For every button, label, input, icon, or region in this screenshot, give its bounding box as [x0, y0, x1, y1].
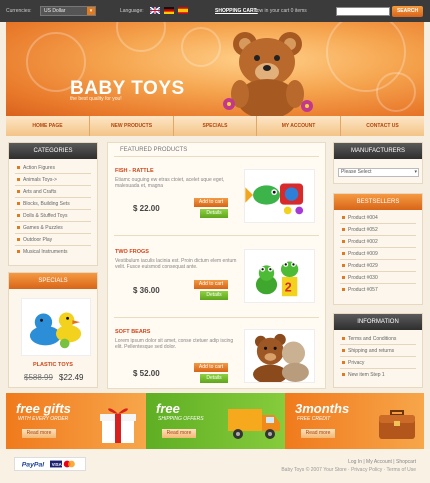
manufacturer-select[interactable]: Please Select ▾: [338, 168, 419, 177]
search-input[interactable]: [336, 7, 390, 16]
information-title: INFORMATION: [334, 314, 422, 330]
chevron-down-icon: ▾: [414, 169, 417, 175]
manufacturers-box: MANUFACTURERS Please Select ▾: [333, 142, 423, 184]
briefcase-icon: [379, 410, 415, 439]
info-link[interactable]: Shipping and returns: [342, 348, 394, 354]
category-link[interactable]: Animals Toys->: [17, 177, 57, 183]
read-more-button[interactable]: Read more: [301, 429, 335, 438]
promo-title: free: [156, 401, 180, 416]
gift-box-icon: [100, 408, 136, 443]
categories-title: CATEGORIES: [9, 143, 97, 159]
search-button[interactable]: SEARCH: [392, 6, 423, 17]
categories-box: CATEGORIES Action Figures Animals Toys->…: [8, 142, 98, 266]
bestsellers-box: BESTSELLERS Product #004 Product #052 Pr…: [333, 193, 423, 305]
footer-copyright: Baby Toys © 2007 Your Store · Privacy Po…: [281, 467, 416, 473]
info-link[interactable]: Privacy: [342, 360, 364, 366]
special-new-price: $22.49: [59, 373, 84, 382]
svg-text:2: 2: [285, 280, 292, 294]
product-name[interactable]: SOFT BEARS: [115, 329, 150, 335]
bestseller-link[interactable]: Product #052: [342, 227, 378, 233]
featured-products-title: FEATURED PRODUCTS: [120, 147, 188, 153]
bestseller-link[interactable]: Product #057: [342, 287, 378, 293]
promo-subtitle: SHIPPING OFFERS: [158, 416, 204, 422]
manufacturers-title: MANUFACTURERS: [334, 143, 422, 159]
category-link[interactable]: Games & Puzzles: [17, 225, 63, 231]
spanish-flag-icon[interactable]: [178, 7, 188, 14]
bestsellers-title: BESTSELLERS: [334, 194, 422, 210]
bestseller-link[interactable]: Product #002: [342, 239, 378, 245]
category-link[interactable]: Arts and Crafts: [17, 189, 56, 195]
site-tagline: the best quality for you!: [70, 96, 122, 102]
promo-subtitle: FREE CREDIT: [297, 416, 331, 422]
svg-text:VISA: VISA: [52, 462, 62, 467]
specials-title: SPECIALS: [9, 273, 97, 289]
nav-home-page[interactable]: HOME PAGE: [6, 116, 90, 136]
bestseller-link[interactable]: Product #029: [342, 263, 378, 269]
svg-text:PayPal: PayPal: [22, 462, 46, 469]
special-old-price: $588.99: [24, 373, 53, 382]
nav-my-account[interactable]: MY ACCOUNT: [257, 116, 341, 136]
english-flag-icon[interactable]: [150, 7, 160, 14]
category-link[interactable]: Outdoor Play: [17, 237, 52, 243]
category-link[interactable]: Dolls & Stuffed Toys: [17, 213, 68, 219]
plastic-toys-image[interactable]: [21, 298, 91, 356]
category-link[interactable]: Musical Instruments: [17, 249, 67, 255]
shopping-cart-link[interactable]: SHOPPING CART:: [215, 8, 258, 14]
bestseller-link[interactable]: Product #004: [342, 215, 378, 221]
main-navigation: HOME PAGE NEW PRODUCTS SPECIALS MY ACCOU…: [6, 116, 424, 136]
footer: PayPal VISA Log In | My Account | Shopca…: [0, 449, 430, 483]
promo-free-shipping[interactable]: free SHIPPING OFFERS Read more: [146, 393, 285, 449]
two-frogs-image[interactable]: 2: [244, 249, 315, 303]
product-name[interactable]: FISH - RATTLE: [115, 168, 154, 174]
currency-select[interactable]: US Dollar ▾: [40, 6, 96, 16]
fish-rattle-image[interactable]: [244, 169, 315, 223]
soft-bears-image[interactable]: [244, 329, 315, 383]
bestseller-link[interactable]: Product #030: [342, 275, 378, 281]
german-flag-icon[interactable]: [164, 7, 174, 14]
chevron-down-icon: ▾: [87, 7, 95, 15]
nav-specials[interactable]: SPECIALS: [174, 116, 257, 136]
product-price: $ 36.00: [133, 286, 160, 295]
details-button[interactable]: Details: [200, 209, 228, 218]
category-link[interactable]: Blocks, Building Sets: [17, 201, 70, 207]
featured-products-panel: FEATURED PRODUCTS FISH - RATTLE Etiamc o…: [107, 142, 326, 389]
footer-links[interactable]: Log In | My Account | Shopcart: [348, 459, 416, 465]
read-more-button[interactable]: Read more: [22, 429, 56, 438]
bestseller-link[interactable]: Product #009: [342, 251, 378, 257]
payment-methods-logo: PayPal VISA: [14, 457, 86, 471]
specials-box: SPECIALS PLASTIC TOYS $588.99 $22.49: [8, 272, 98, 388]
info-link[interactable]: New item Step 1: [342, 372, 385, 378]
special-product-name[interactable]: PLASTIC TOYS: [33, 362, 73, 368]
category-link[interactable]: Action Figures: [17, 165, 55, 171]
currency-value: US Dollar: [44, 8, 66, 14]
add-to-cart-button[interactable]: Add to cart: [194, 363, 228, 372]
details-button[interactable]: Details: [200, 374, 228, 383]
promo-free-credit[interactable]: 3months FREE CREDIT Read more: [285, 393, 424, 449]
product-description: Etiamc ouguing ew etras ctoiet, acelet u…: [115, 177, 225, 189]
nav-contact-us[interactable]: CONTACT US: [341, 116, 424, 136]
promo-title: free gifts: [16, 401, 71, 416]
top-bar: Currencies: US Dollar ▾ Language: SHOPPI…: [0, 0, 430, 22]
promo-free-gifts[interactable]: free gifts WITH EVERY ORDER Read more: [6, 393, 146, 449]
read-more-button[interactable]: Read more: [162, 429, 196, 438]
product-price: $ 52.00: [133, 369, 160, 378]
add-to-cart-button[interactable]: Add to cart: [194, 198, 228, 207]
promo-subtitle: WITH EVERY ORDER: [18, 416, 69, 422]
product-name[interactable]: TWO FROGS: [115, 249, 149, 255]
currencies-label: Currencies:: [6, 8, 32, 14]
product-description: Vestibulum iaculis lacinia est. Proin di…: [115, 258, 237, 270]
cart-status-text: now in your cart 0 items: [254, 8, 307, 14]
info-link[interactable]: Terms and Conditions: [342, 336, 396, 342]
delivery-truck-icon: [228, 409, 280, 439]
details-button[interactable]: Details: [200, 291, 228, 300]
promo-title: 3months: [295, 401, 350, 416]
product-price: $ 22.00: [133, 204, 160, 213]
nav-new-products[interactable]: NEW PRODUCTS: [90, 116, 174, 136]
information-box: INFORMATION Terms and Conditions Shippin…: [333, 313, 423, 388]
language-label: Language:: [120, 8, 144, 14]
product-description: Lorem ipsum dolor sit amet, conse ctetue…: [115, 338, 234, 350]
teddy-bear-image: [223, 32, 313, 116]
add-to-cart-button[interactable]: Add to cart: [194, 280, 228, 289]
